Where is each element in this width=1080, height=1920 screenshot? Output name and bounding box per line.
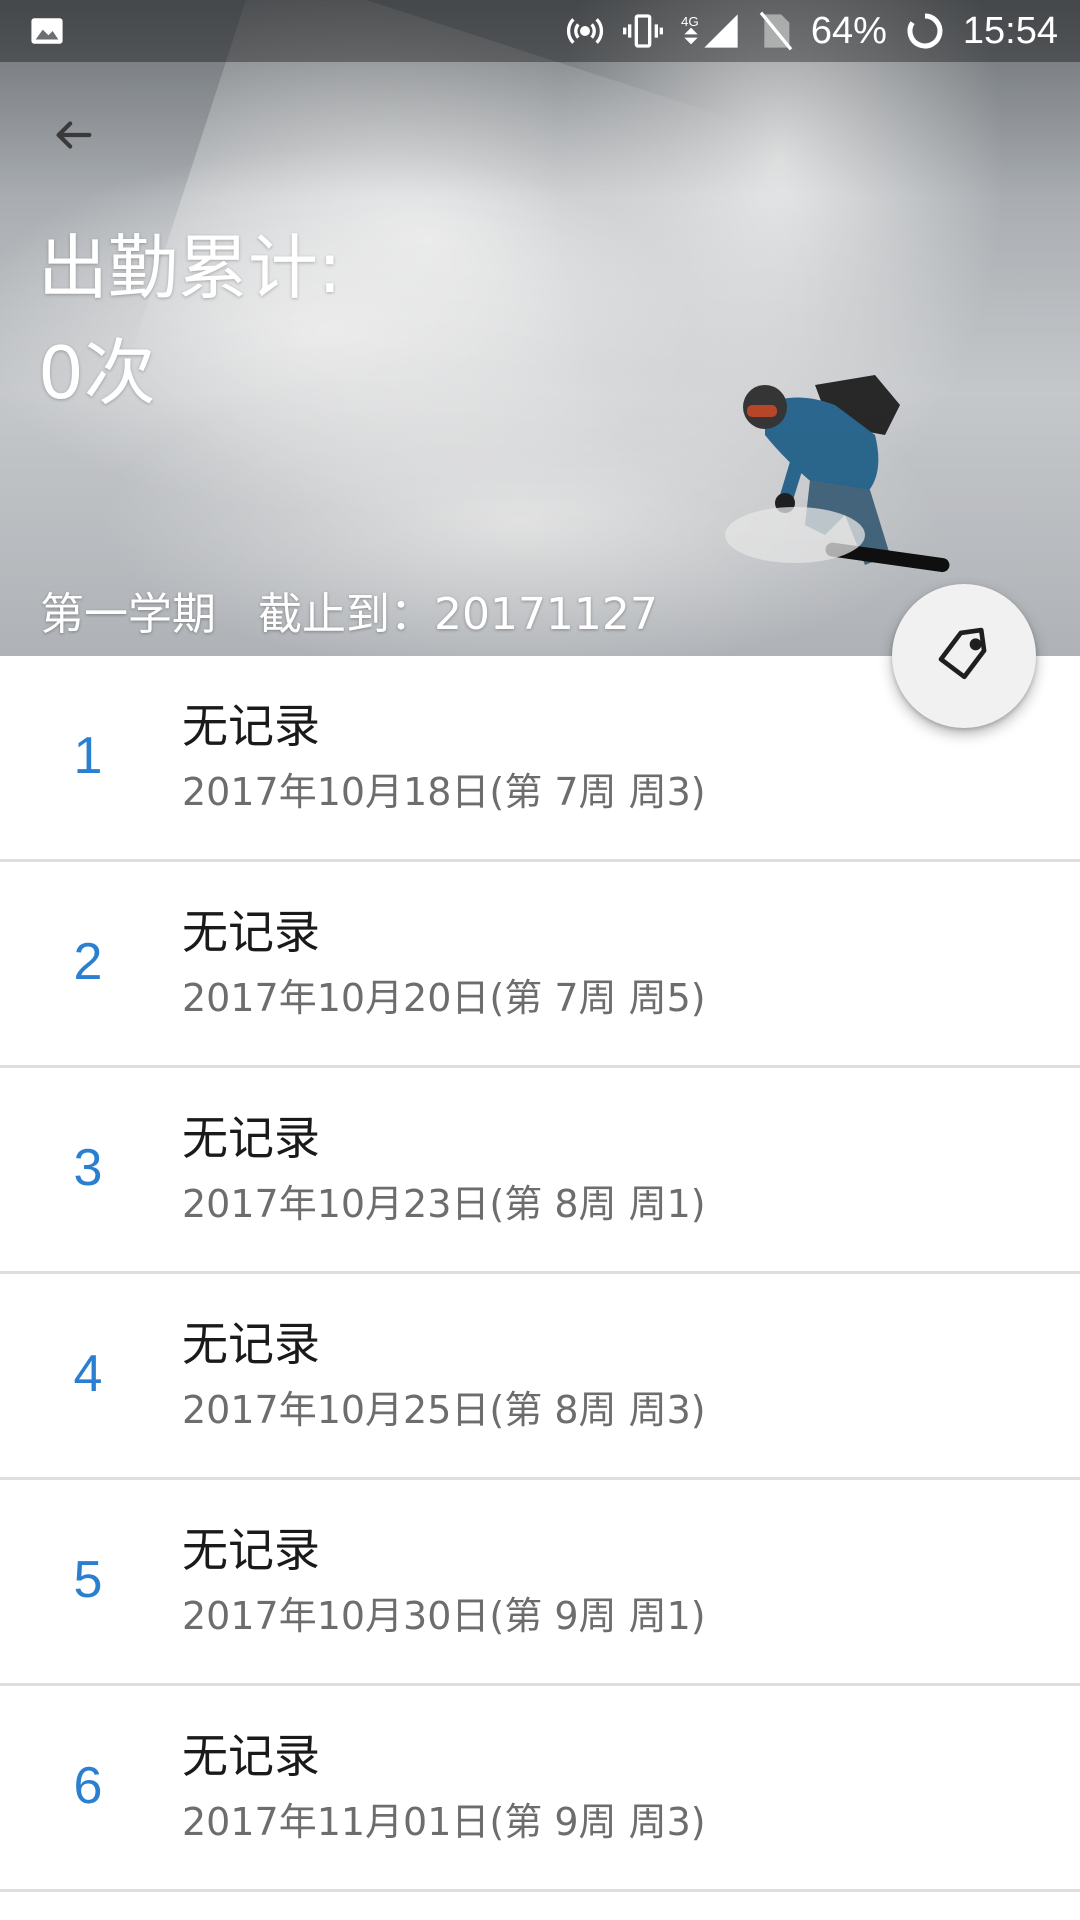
- network-label: 4G: [681, 14, 699, 29]
- tag-icon: [938, 627, 987, 680]
- record-index: 4: [73, 1345, 103, 1403]
- arrow-left-icon: [56, 121, 92, 149]
- status-time: 15:54: [962, 9, 1058, 52]
- record-status: 无记录: [182, 905, 320, 959]
- signal-icon: 4G: [681, 11, 741, 51]
- header-banner: [0, 0, 1080, 656]
- tag-fab-button[interactable]: [892, 584, 1036, 728]
- semester-cutoff-text: 第一学期 截止到：20171127: [40, 589, 658, 640]
- no-sim-icon: [759, 11, 793, 51]
- attendance-total-label: 出勤累计:: [38, 227, 342, 309]
- header-shade: [0, 0, 1080, 656]
- record-index: 3: [73, 1139, 103, 1197]
- list-item[interactable]: 6 无记录 2017年11月01日(第 9周 周3): [0, 1686, 1080, 1892]
- record-status: 无记录: [182, 1111, 320, 1165]
- record-status: 无记录: [182, 1317, 320, 1371]
- status-icons: 4G 64% 15:54: [565, 6, 1058, 56]
- record-date: 2017年10月18日(第 7周 周3): [182, 770, 706, 814]
- record-date: 2017年10月23日(第 8周 周1): [182, 1182, 706, 1226]
- record-date: 2017年10月20日(第 7周 周5): [182, 976, 706, 1020]
- battery-icon: [905, 11, 945, 51]
- record-index: 5: [73, 1551, 103, 1609]
- attendance-total-count: 0次: [38, 331, 156, 415]
- record-index: 6: [73, 1757, 103, 1815]
- list-item[interactable]: 3 无记录 2017年10月23日(第 8周 周1): [0, 1068, 1080, 1274]
- list-item[interactable]: 4 无记录 2017年10月25日(第 8周 周3): [0, 1274, 1080, 1480]
- record-date: 2017年10月25日(第 8周 周3): [182, 1388, 706, 1432]
- status-bar: 4G 64% 15:54: [0, 0, 1080, 62]
- record-index: 1: [73, 727, 103, 785]
- attendance-record-list: 1 无记录 2017年10月18日(第 7周 周3) 2 无记录 2017年10…: [0, 656, 1080, 1892]
- record-date: 2017年10月30日(第 9周 周1): [182, 1594, 706, 1638]
- vibrate-icon: [622, 11, 663, 51]
- list-item[interactable]: 2 无记录 2017年10月20日(第 7周 周5): [0, 862, 1080, 1068]
- record-index: 2: [73, 933, 103, 991]
- record-date: 2017年11月01日(第 9周 周3): [182, 1800, 706, 1844]
- back-button[interactable]: [44, 105, 104, 165]
- list-item[interactable]: 5 无记录 2017年10月30日(第 9周 周1): [0, 1480, 1080, 1686]
- hotspot-icon: [565, 11, 605, 51]
- record-status: 无记录: [182, 1523, 320, 1577]
- battery-percent: 64%: [810, 9, 887, 52]
- image-icon: [30, 14, 64, 48]
- record-status: 无记录: [182, 699, 320, 753]
- record-status: 无记录: [182, 1729, 320, 1783]
